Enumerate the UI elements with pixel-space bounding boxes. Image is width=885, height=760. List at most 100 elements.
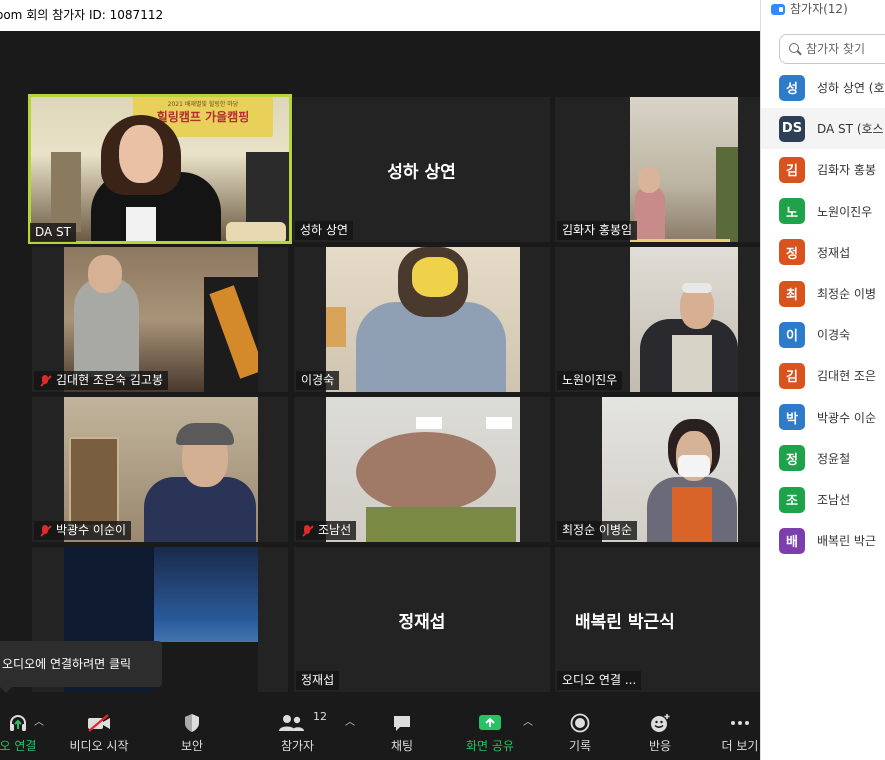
panel-title: 참가자(12) — [771, 0, 848, 18]
reactions-label: 반응 — [648, 739, 672, 753]
tile-big-name: 성하 상연 — [387, 162, 456, 182]
video-tile[interactable]: 2021 배재별빛 힐링한 마당 힐링캠프 가을캠핑 DA ST — [28, 94, 292, 244]
video-tile[interactable]: 배복린 박근식 오디오 연결 ... — [555, 547, 760, 692]
audio-options-caret[interactable]: ︿ — [34, 713, 44, 728]
participant-name: 최정순 이병 — [817, 287, 877, 301]
participant-name: 노원이진우 — [817, 204, 873, 219]
tile-name-tag: 김화자 홍봉임 — [557, 221, 638, 240]
muted-mic-icon — [301, 524, 313, 537]
reactions-button[interactable]: 반응 — [630, 695, 690, 760]
hair — [682, 283, 712, 293]
start-video-button[interactable]: 비디오 시작 — [64, 695, 134, 760]
face — [88, 255, 122, 293]
participant-row[interactable]: 노 노원이진우 — [761, 191, 885, 232]
security-label: 보안 — [180, 739, 204, 753]
record-label: 기록 — [568, 739, 592, 753]
tile-name-tag: 오디오 연결 ... — [557, 671, 642, 690]
participant-row[interactable]: 정 정윤철 — [761, 438, 885, 479]
video-tile[interactable]: 조남선 — [294, 397, 550, 542]
avatar: 성 — [779, 74, 805, 101]
participant-name: 배복린 박근 — [817, 534, 877, 549]
participant-row[interactable]: 배 배복린 박근 — [761, 520, 885, 561]
tile-name: 조남선 — [318, 523, 352, 537]
share-screen-label: 화면 공유 — [466, 739, 514, 753]
participant-name: 김화자 홍봉 — [817, 163, 877, 178]
share-screen-button[interactable]: 화면 공유 — [460, 695, 520, 760]
tile-name-tag: 성하 상연 — [295, 221, 353, 240]
meeting-window: oom 회의 참가자 ID: 1087112 2021 배재별빛 힐링한 마당 … — [0, 0, 760, 760]
panel-title-text: 참가자(12) — [790, 2, 848, 16]
video-feed — [630, 97, 738, 242]
muted-mic-icon — [39, 524, 51, 537]
tile-name: 오디오 연결 ... — [562, 673, 637, 687]
shield-icon — [185, 714, 199, 732]
participants-panel: 참가자(12) 참가자 찾기 성 성하 상연 (호 DS DA ST (호스 김 김화자 … — [760, 0, 885, 760]
participant-row[interactable]: 김 김대현 조은 — [761, 355, 885, 396]
video-tile[interactable]: 성하 상연 성하 상연 — [293, 97, 550, 242]
participant-row[interactable]: 최 최정순 이병 — [761, 273, 885, 314]
video-tile[interactable]: 박광수 이순이 — [32, 397, 288, 542]
avatar: 정 — [779, 239, 805, 266]
tile-name-tag: 김대현 조은숙 김고봉 — [34, 371, 168, 390]
participants-icon — [279, 715, 304, 731]
participant-row[interactable]: 조 조남선 — [761, 479, 885, 520]
person-body — [635, 187, 665, 242]
video-tile[interactable]: 노원이진우 — [555, 247, 760, 392]
participant-name: 정윤철 — [817, 451, 851, 466]
zoom-camera-icon — [771, 3, 785, 15]
muted-mic-icon — [39, 374, 51, 387]
avatar: 노 — [779, 198, 805, 225]
video-tile[interactable]: 정재섭 정재섭 — [294, 547, 550, 692]
security-button[interactable]: 보안 — [162, 695, 222, 760]
ceiling-light — [416, 417, 442, 429]
video-tile[interactable]: 김대현 조은숙 김고봉 — [32, 247, 288, 392]
audio-tooltip[interactable]: 오디오에 연결하려면 클릭 — [0, 641, 162, 693]
banner-small-text: 2021 배재별빛 힐링한 마당 — [167, 101, 239, 108]
tile-name-tag: 조남선 — [296, 521, 357, 540]
participant-name: 이경숙 — [817, 328, 851, 343]
video-tile[interactable]: 이경숙 — [294, 247, 550, 392]
participant-name: 박광수 이순 — [817, 410, 877, 425]
title-bar: oom 회의 참가자 ID: 1087112 — [0, 0, 760, 31]
participants-label: 참가자 — [280, 739, 315, 753]
participant-name: DA ST (호스 — [817, 122, 884, 137]
video-feed: 2021 배재별빛 힐링한 마당 힐링캠프 가을캠핑 — [31, 97, 289, 241]
avatar: 조 — [779, 486, 805, 513]
video-tile[interactable]: 김화자 홍봉임 — [555, 97, 760, 242]
avatar: 박 — [779, 404, 805, 431]
participants-options-caret[interactable]: ︿ — [345, 713, 355, 728]
participant-row[interactable]: 김 김화자 홍봉 — [761, 149, 885, 190]
tile-name: 정재섭 — [301, 673, 335, 687]
share-screen-icon — [479, 715, 501, 730]
window-title: oom 회의 참가자 ID: 1087112 — [0, 8, 164, 22]
participant-name: 김대현 조은 — [817, 369, 877, 384]
tile-name-tag: 노원이진우 — [557, 371, 623, 390]
tooltip-text: 오디오에 연결하려면 클릭 — [2, 657, 132, 671]
participant-row[interactable]: 박 박광수 이순 — [761, 397, 885, 438]
participant-search-input[interactable]: 참가자 찾기 — [779, 34, 885, 64]
participant-name: 정재섭 — [817, 245, 851, 260]
table-items — [226, 222, 286, 241]
tile-name: 김화자 홍봉임 — [562, 223, 633, 237]
mask — [412, 257, 458, 297]
participant-row[interactable]: 정 정재섭 — [761, 232, 885, 273]
face — [638, 167, 660, 193]
record-button[interactable]: 기록 — [550, 695, 610, 760]
tile-name-tag: 최정순 이병순 — [557, 521, 638, 540]
video-tile[interactable]: 최정순 이병순 — [555, 397, 760, 542]
participant-row[interactable]: 성 성하 상연 (호 — [761, 67, 885, 108]
chat-button[interactable]: 채팅 — [372, 695, 432, 760]
headphone-icon — [10, 715, 26, 731]
tile-big-name: 배복린 박근식 — [575, 612, 675, 632]
hair — [176, 423, 234, 445]
tile-name-tag: 박광수 이순이 — [34, 521, 132, 540]
chat-label: 채팅 — [390, 739, 414, 753]
tile-name: 최정순 이병순 — [562, 523, 633, 537]
participant-row[interactable]: DS DA ST (호스 — [761, 108, 885, 150]
video-feed — [630, 247, 738, 392]
background-furniture — [51, 152, 81, 232]
share-options-caret[interactable]: ︿ — [523, 713, 533, 728]
participants-button[interactable]: 12 참가자 — [270, 695, 327, 760]
participant-row[interactable]: 이 이경숙 — [761, 314, 885, 355]
video-off-icon — [88, 714, 110, 732]
